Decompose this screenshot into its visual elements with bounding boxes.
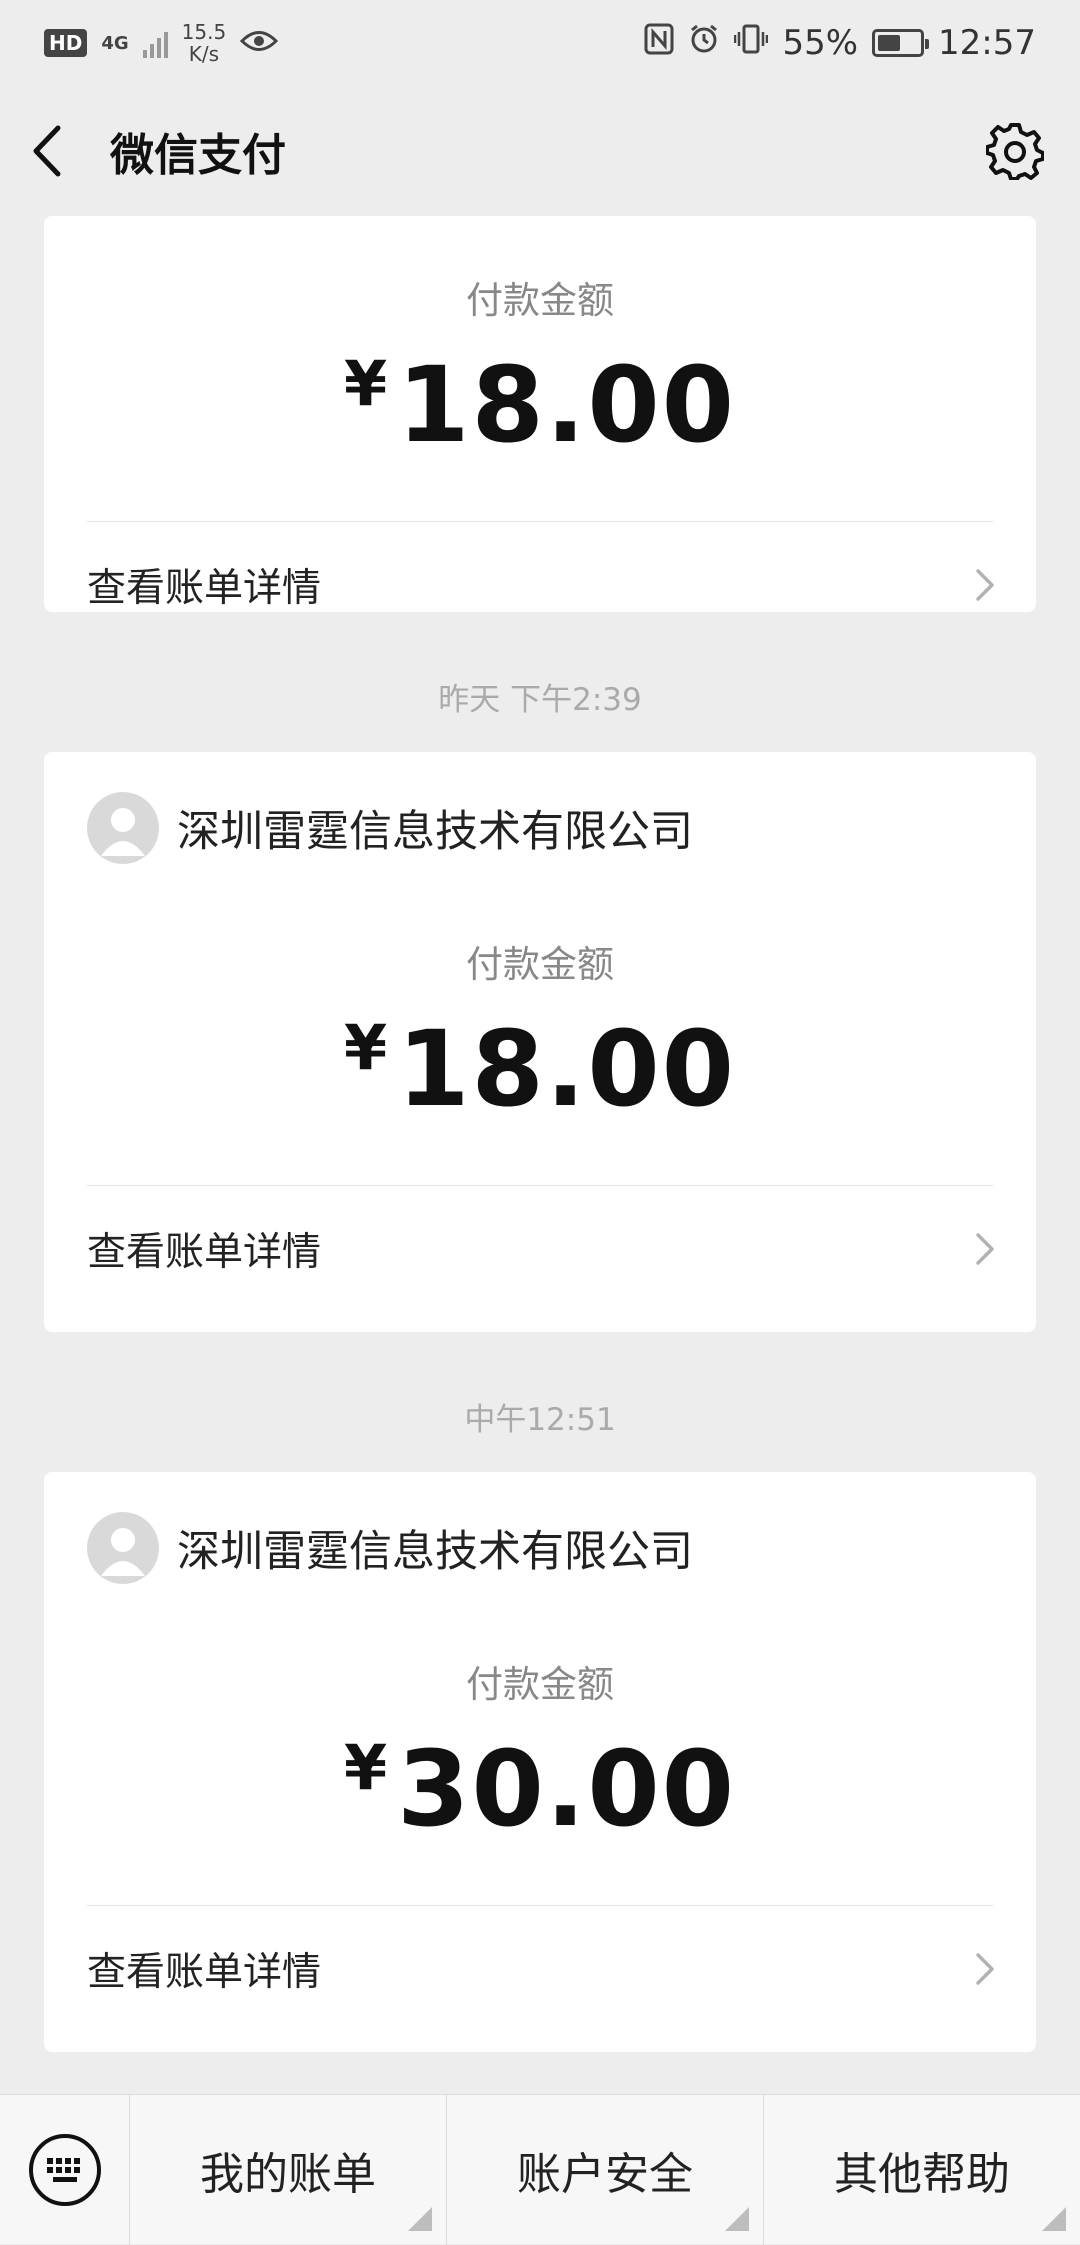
chevron-left-icon [33, 125, 61, 177]
view-bill-details-label: 查看账单详情 [87, 566, 322, 611]
currency-symbol: ¥ [343, 347, 390, 420]
timestamp: 昨天 下午2:39 [438, 682, 642, 718]
amount-label: 付款金额 [466, 1663, 614, 1706]
avatar [87, 792, 159, 864]
merchant-row[interactable]: 深圳雷霆信息技术有限公司 [44, 1472, 1036, 1584]
gear-icon [986, 123, 1044, 180]
alarm-icon [688, 23, 720, 64]
net-speed-value: 15.5 [181, 20, 227, 44]
merchant-row[interactable]: 深圳雷霆信息技术有限公司 [44, 752, 1036, 864]
currency-symbol: ¥ [343, 1731, 390, 1804]
submenu-corner-icon [408, 2206, 432, 2231]
settings-button[interactable] [980, 116, 1050, 186]
menu-other-help[interactable]: 其他帮助 [764, 2095, 1080, 2245]
nfc-icon [644, 23, 674, 64]
view-bill-details-label: 查看账单详情 [87, 1950, 322, 1995]
menu-account-security-label: 账户安全 [517, 2148, 693, 2200]
amount-value: ¥18.00 [44, 324, 1036, 465]
battery-percent: 55% [782, 23, 859, 63]
amount-number: 18.00 [397, 344, 737, 466]
amount-label: 付款金额 [466, 943, 614, 986]
amount-number: 30.00 [397, 1728, 737, 1850]
net-speed-unit: K/s [188, 42, 220, 66]
menu-my-bills[interactable]: 我的账单 [130, 2094, 447, 2245]
vibrate-icon [734, 23, 769, 64]
merchant-name: 深圳雷霆信息技术有限公司 [177, 807, 693, 857]
keyboard-icon [28, 2133, 101, 2206]
view-bill-details[interactable]: 查看账单详情 [44, 1906, 1036, 2032]
currency-symbol: ¥ [343, 1011, 390, 1084]
eye-icon [240, 23, 279, 63]
menu-my-bills-label: 我的账单 [200, 2148, 376, 2200]
page-title: 微信支付 [110, 130, 286, 181]
payment-list[interactable]: 付款金额 ¥18.00 查看账单详情 昨天 下午2:39 深圳雷霆信息技术有限公… [0, 216, 1080, 2094]
menu-account-security[interactable]: 账户安全 [447, 2094, 764, 2245]
status-left: HD 4G 15.5 K/s [44, 21, 279, 65]
nav-bar: 微信支付 [0, 86, 1080, 216]
avatar [87, 1512, 159, 1584]
menu-other-help-label: 其他帮助 [834, 2148, 1010, 2200]
amount-value: ¥30.00 [44, 1708, 1036, 1849]
chevron-right-icon [976, 1233, 994, 1265]
view-bill-details[interactable]: 查看账单详情 [44, 522, 1036, 648]
user-icon [101, 808, 145, 856]
network-type: 4G [101, 32, 129, 54]
timestamp: 中午12:51 [464, 1402, 616, 1438]
payment-card: 付款金额 ¥18.00 查看账单详情 [44, 216, 1036, 612]
amount-number: 18.00 [397, 1008, 737, 1130]
payment-card: 深圳雷霆信息技术有限公司 付款金额 ¥30.00 查看账单详情 [44, 1472, 1036, 2052]
chevron-right-icon [976, 569, 994, 601]
payment-card: 深圳雷霆信息技术有限公司 付款金额 ¥18.00 查看账单详情 [44, 752, 1036, 1332]
clock: 12:57 [938, 23, 1036, 63]
chevron-right-icon [976, 1953, 994, 1985]
status-right: 55% 12:57 [644, 23, 1036, 64]
signal-icon [142, 28, 168, 58]
back-button[interactable] [30, 121, 80, 181]
status-bar: HD 4G 15.5 K/s 55% 12:57 [0, 0, 1080, 86]
view-bill-details-label: 查看账单详情 [87, 1230, 322, 1275]
bottom-menu: 我的账单 账户安全 其他帮助 [0, 2094, 1080, 2245]
hd-badge: HD [44, 29, 88, 57]
view-bill-details[interactable]: 查看账单详情 [44, 1186, 1036, 1312]
submenu-corner-icon [1042, 2206, 1066, 2231]
keyboard-toggle-button[interactable] [0, 2094, 130, 2245]
merchant-name: 深圳雷霆信息技术有限公司 [177, 1527, 693, 1577]
user-icon [101, 1528, 145, 1576]
battery-icon [872, 29, 930, 57]
net-speed: 15.5 K/s [182, 21, 227, 65]
amount-value: ¥18.00 [44, 988, 1036, 1129]
submenu-corner-icon [725, 2206, 749, 2231]
amount-label: 付款金额 [466, 279, 614, 322]
